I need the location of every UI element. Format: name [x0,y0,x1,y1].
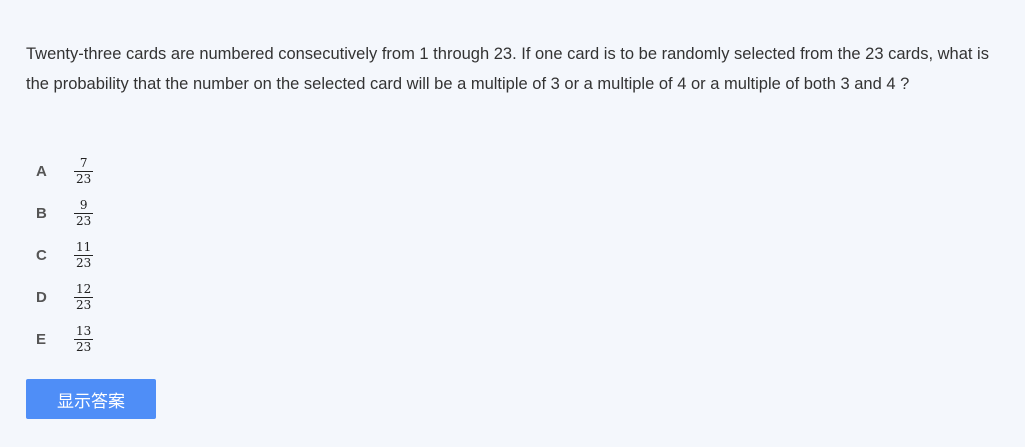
fraction-denominator: 23 [76,255,92,270]
option-fraction: 13 23 [74,323,94,354]
option-e[interactable]: E 13 23 [36,318,94,360]
option-a[interactable]: A 7 23 [36,150,94,192]
fraction-numerator: 9 [79,197,88,212]
option-fraction: 11 23 [74,239,94,270]
option-fraction: 7 23 [74,155,94,186]
fraction-denominator: 23 [76,213,92,228]
fraction-denominator: 23 [76,297,92,312]
option-b[interactable]: B 9 23 [36,192,94,234]
option-fraction: 9 23 [74,197,94,228]
fraction-denominator: 23 [76,339,92,354]
question-text: Twenty-three cards are numbered consecut… [26,45,989,93]
option-c[interactable]: C 11 23 [36,234,94,276]
option-letter: E [36,330,47,348]
option-fraction: 12 23 [74,281,94,312]
show-answer-button[interactable]: 显示答案 [26,379,156,419]
fraction-numerator: 12 [76,281,92,296]
option-letter: B [36,204,47,222]
fraction-numerator: 7 [79,155,88,170]
option-letter: C [36,246,47,264]
fraction-numerator: 13 [76,323,92,338]
option-d[interactable]: D 12 23 [36,276,94,318]
option-letter: D [36,288,47,306]
option-letter: A [36,162,47,180]
fraction-denominator: 23 [76,171,92,186]
answer-options: A 7 23 B 9 23 C 11 23 D 12 23 E 13 23 [36,150,94,360]
fraction-numerator: 11 [76,239,92,254]
